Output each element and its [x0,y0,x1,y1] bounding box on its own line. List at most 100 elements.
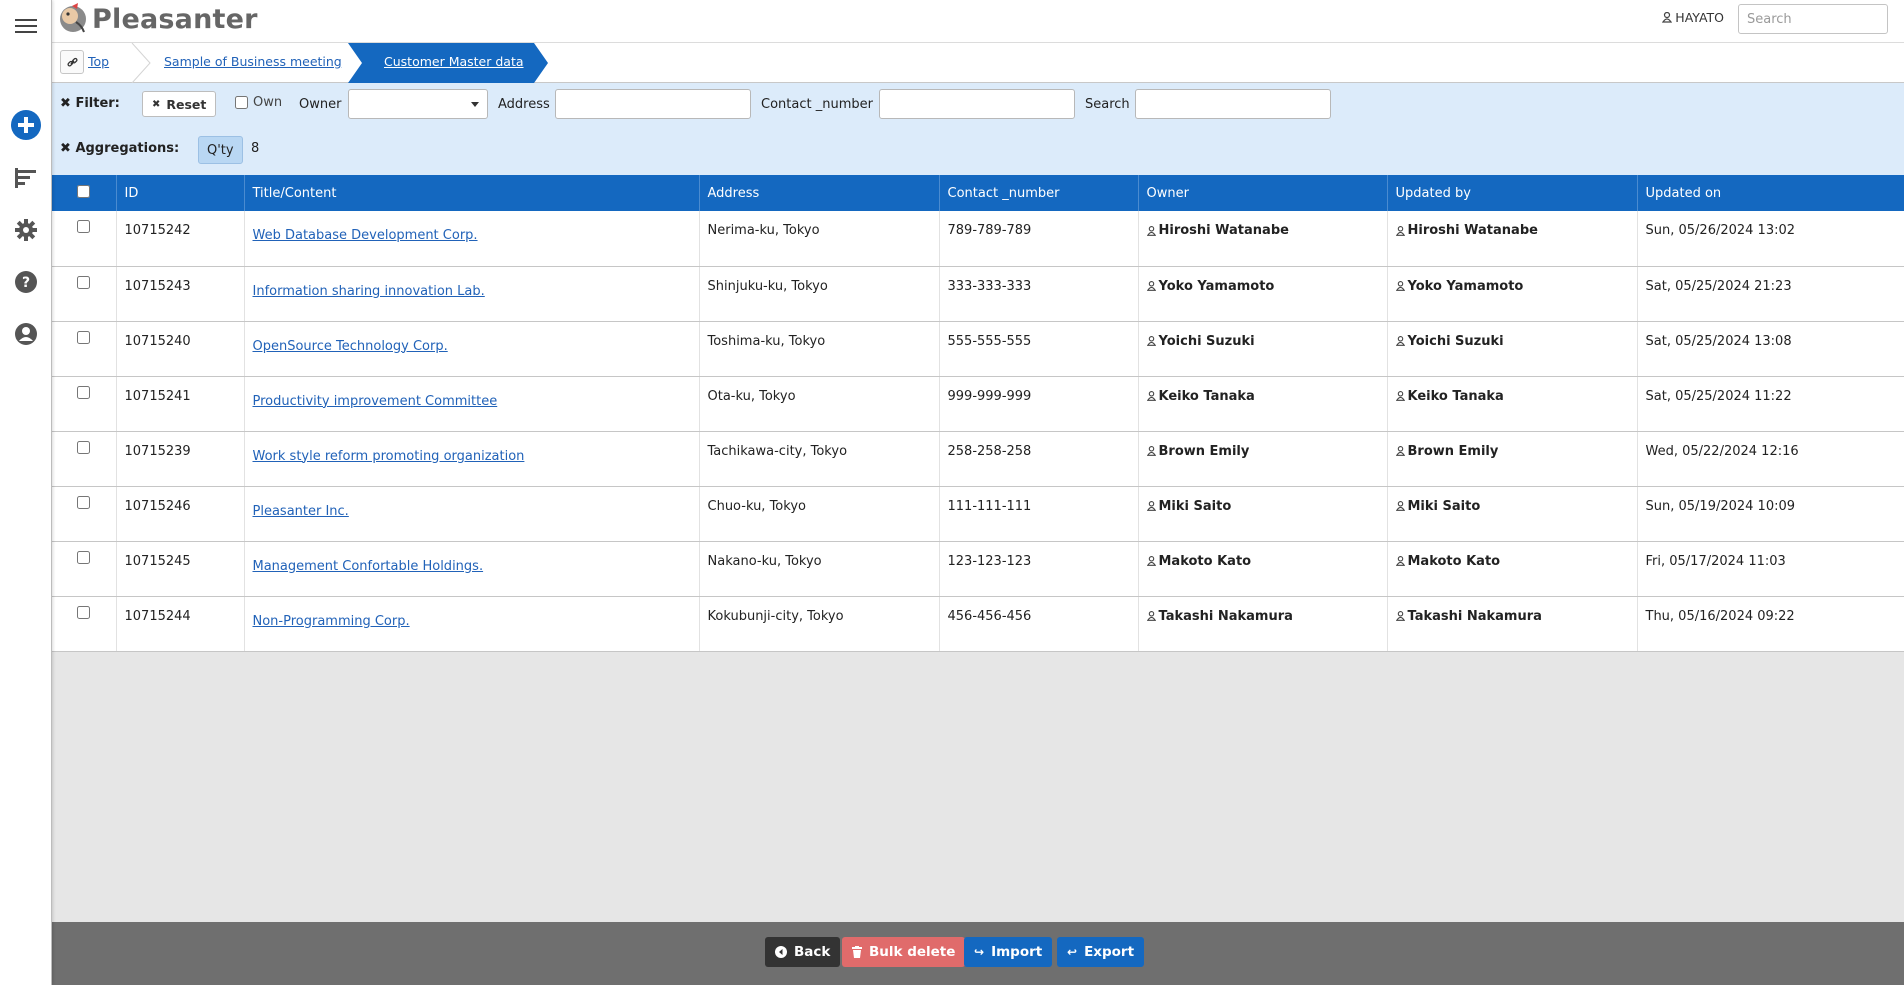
own-checkbox[interactable] [235,96,248,109]
app-logo[interactable]: Pleasanter [58,2,258,36]
cell-contact-number: 111-111-111 [939,486,1139,542]
account-icon[interactable] [11,319,41,349]
user-icon [1146,391,1156,401]
row-checkbox[interactable] [77,550,91,564]
row-checkbox[interactable] [77,605,91,619]
bulk-delete-button[interactable]: Bulk delete [842,937,966,967]
record-title-link[interactable]: Work style reform promoting organization [253,449,525,464]
updated-by-name: Yoko Yamamoto [1407,278,1524,294]
back-label: Back [794,944,831,960]
cell-updated-by: Hiroshi Watanabe [1387,211,1638,267]
record-title-link[interactable]: Productivity improvement Committee [253,394,498,409]
cell-title: Pleasanter Inc. [244,486,700,542]
search-input[interactable] [1135,89,1331,119]
user-icon [1146,336,1156,346]
user-name: HAYATO [1675,10,1724,25]
current-user[interactable]: HAYATO [1662,10,1724,25]
add-icon[interactable] [11,110,41,140]
cell-address: Tachikawa-city, Tokyo [699,431,940,487]
cell-updated-on: Sat, 05/25/2024 13:08 [1637,321,1904,377]
column-header-contact-number[interactable]: Contact _number [939,175,1139,211]
cell-owner: Brown Emily [1138,431,1388,487]
cell-contact-number: 258-258-258 [939,431,1139,487]
filter-toggle[interactable]: ✖ Filter: [60,96,120,111]
reset-button[interactable]: ✖ Reset [142,91,217,117]
cell-updated-on: Fri, 05/17/2024 11:03 [1637,541,1904,597]
back-arrow-icon [775,946,787,958]
column-header-owner[interactable]: Owner [1138,175,1388,211]
select-all-checkbox[interactable] [77,184,91,198]
table-row[interactable]: 10715239 Work style reform promoting orga… [52,431,1904,487]
user-icon [1662,12,1673,23]
record-title-link[interactable]: Web Database Development Corp. [253,228,478,243]
column-header-address[interactable]: Address [699,175,940,211]
table-header-row: ID Title/Content Address Contact _number… [52,175,1904,211]
owner-name: Brown Emily [1158,443,1250,459]
gear-icon[interactable] [11,215,41,245]
owner-select[interactable] [348,89,488,119]
record-title-link[interactable]: Management Confortable Holdings. [253,559,484,574]
row-checkbox[interactable] [77,495,91,509]
cell-title: OpenSource Technology Corp. [244,321,700,377]
column-header-updated-on[interactable]: Updated on [1637,175,1904,211]
record-title-link[interactable]: Pleasanter Inc. [253,504,349,519]
aggregations-toggle[interactable]: ✖ Aggregations: [60,141,179,156]
breadcrumb-item-customer-master[interactable]: Customer Master data [384,54,524,69]
aggregations-label: Aggregations: [75,141,180,156]
header-search-input[interactable] [1738,4,1888,34]
own-filter[interactable]: Own [235,95,282,110]
table-row[interactable]: 10715243 Information sharing innovation L… [52,266,1904,322]
cell-updated-by: Yoko Yamamoto [1387,266,1638,322]
table-row[interactable]: 10715246 Pleasanter Inc. Chuo-ku, Tokyo 111… [52,486,1904,542]
own-label: Own [253,95,283,110]
contact-number-input[interactable] [879,89,1075,119]
breadcrumb-item-top[interactable]: Top [88,54,109,69]
cell-owner: Makoto Kato [1138,541,1388,597]
cell-contact-number: 333-333-333 [939,266,1139,322]
row-checkbox[interactable] [77,385,91,399]
table-row[interactable]: 10715242 Web Database Development Corp. Ne… [52,211,1904,267]
sort-icon[interactable] [11,163,41,193]
cell-address: Toshima-ku, Tokyo [699,321,940,377]
owner-name: Miki Saito [1158,498,1232,514]
record-title-link[interactable]: Information sharing innovation Lab. [253,284,485,299]
column-header-title[interactable]: Title/Content [244,175,700,211]
record-title-link[interactable]: Non-Programming Corp. [253,614,410,629]
export-button[interactable]: ↩ Export [1057,937,1145,967]
breadcrumb-item-business-meeting[interactable]: Sample of Business meeting [164,54,342,69]
row-checkbox[interactable] [77,220,91,233]
chevron-down-icon [471,102,479,107]
breadcrumb-link-button[interactable] [60,50,84,74]
table-row[interactable]: 10715240 OpenSource Technology Corp. Toshi… [52,321,1904,377]
table-row[interactable]: 10715245 Management Confortable Holdings.… [52,541,1904,597]
cell-owner: Yoko Yamamoto [1138,266,1388,322]
row-checkbox[interactable] [77,440,91,454]
menu-icon[interactable] [11,11,41,41]
qty-aggregation-chip[interactable]: Q'ty [198,136,243,164]
cell-updated-by: Takashi Nakamura [1387,596,1638,652]
table-row[interactable]: 10715244 Non-Programming Corp. Kokubunji-c… [52,596,1904,652]
reset-label: Reset [166,96,207,112]
contact-number-label: Contact _number [761,97,873,112]
table-row[interactable]: 10715241 Productivity improvement Committ… [52,376,1904,432]
user-icon [1146,611,1156,621]
cell-updated-by: Miki Saito [1387,486,1638,542]
help-icon[interactable]: ? [11,267,41,297]
cell-id: 10715239 [116,431,245,487]
import-button[interactable]: ↪ Import [964,937,1053,967]
back-button[interactable]: Back [765,937,841,967]
record-title-link[interactable]: OpenSource Technology Corp. [253,339,448,354]
cell-id: 10715245 [116,541,245,597]
cell-updated-by: Keiko Tanaka [1387,376,1638,432]
cell-id: 10715244 [116,596,245,652]
row-checkbox[interactable] [77,275,91,289]
address-label: Address [498,97,550,112]
address-input[interactable] [555,89,751,119]
breadcrumb-separator [131,43,151,83]
cell-title: Productivity improvement Committee [244,376,700,432]
qty-value: 8 [251,141,260,156]
column-header-id[interactable]: ID [116,175,245,211]
cell-title: Work style reform promoting organization [244,431,700,487]
row-checkbox[interactable] [77,330,91,344]
column-header-updated-by[interactable]: Updated by [1387,175,1638,211]
